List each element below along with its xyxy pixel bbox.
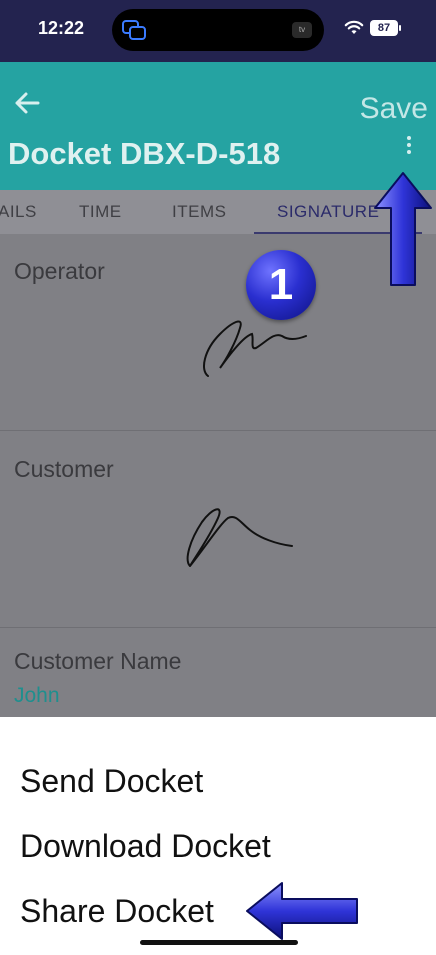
customer-name-label: Customer Name	[14, 648, 182, 674]
tv-app-icon: tv	[292, 22, 312, 38]
battery-tip	[399, 25, 401, 31]
screen-mirror-icon	[122, 20, 146, 40]
tab-details[interactable]: AILS	[0, 202, 37, 222]
send-docket-menu-item[interactable]: Send Docket	[20, 763, 203, 800]
section-divider	[0, 627, 436, 628]
home-indicator	[140, 940, 298, 945]
app-bar: Save Docket DBX-D-518	[0, 62, 436, 190]
step-number-badge: 1	[246, 250, 316, 320]
annotation-arrow-up-icon	[374, 172, 432, 286]
battery-indicator: 87	[370, 20, 398, 36]
customer-name-value[interactable]: John	[14, 684, 60, 708]
tab-items[interactable]: ITEMS	[172, 202, 226, 222]
save-button[interactable]: Save	[360, 92, 428, 126]
operator-label: Operator	[14, 258, 105, 284]
tab-signature[interactable]: SIGNATURE	[277, 202, 379, 222]
customer-signature[interactable]	[180, 500, 300, 572]
status-bar: 12:22 tv 87	[0, 0, 436, 62]
back-arrow-icon[interactable]	[12, 88, 42, 118]
dynamic-island: tv	[112, 9, 324, 51]
tab-time[interactable]: TIME	[79, 202, 122, 222]
download-docket-menu-item[interactable]: Download Docket	[20, 828, 271, 865]
overflow-menu-icon[interactable]	[402, 134, 416, 156]
tab-bar: AILS TIME ITEMS SIGNATURE	[0, 190, 436, 234]
page-title: Docket DBX-D-518	[8, 136, 281, 171]
bottom-sheet-menu: Send Docket Download Docket Share Docket	[0, 717, 436, 955]
operator-signature[interactable]	[196, 310, 312, 380]
customer-label: Customer	[14, 456, 114, 482]
annotation-arrow-left-icon	[246, 882, 358, 940]
share-docket-menu-item[interactable]: Share Docket	[20, 893, 214, 930]
signature-content: Operator Customer Customer Name John	[0, 234, 436, 717]
section-divider	[0, 430, 436, 431]
status-time: 12:22	[38, 18, 85, 38]
wifi-icon	[344, 20, 364, 34]
